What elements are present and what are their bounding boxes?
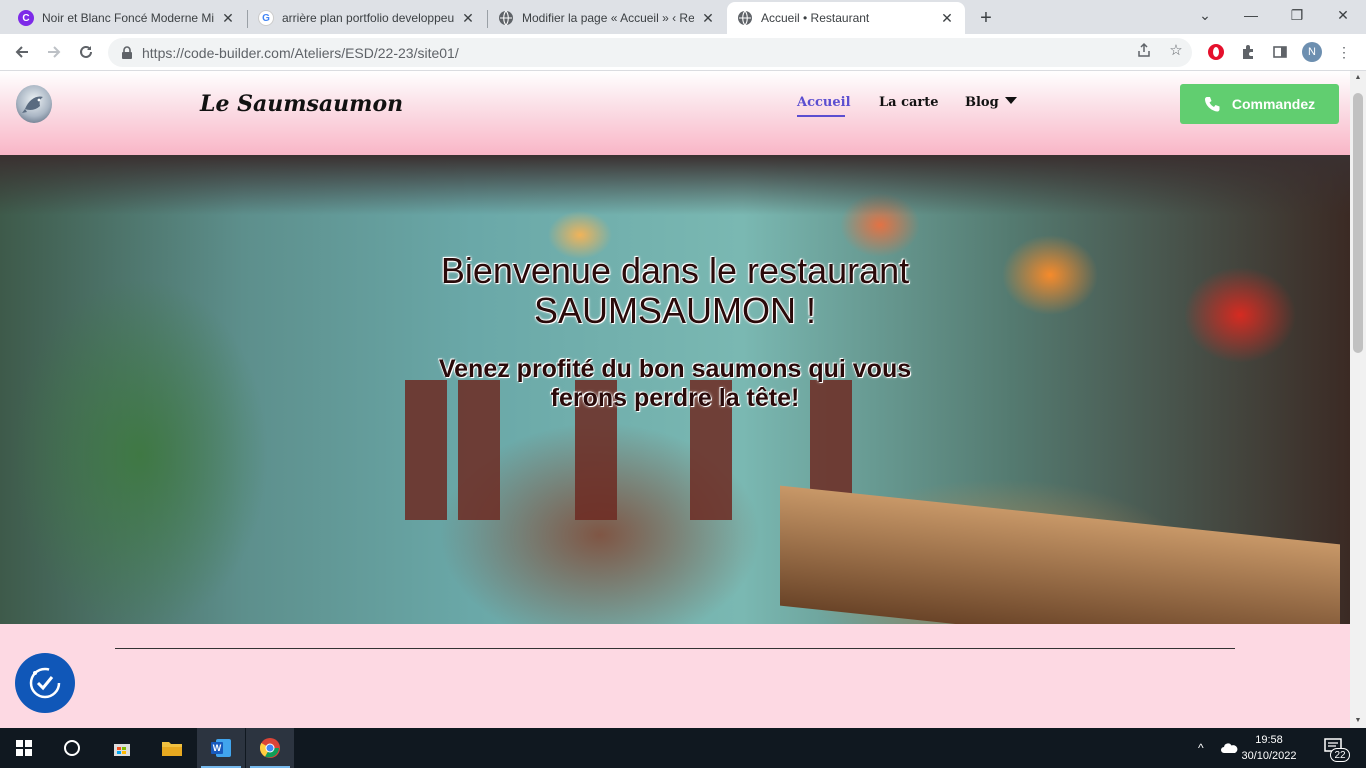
clock-date: 30/10/2022 <box>1241 750 1297 762</box>
clock-time: 19:58 <box>1255 734 1283 746</box>
close-icon[interactable]: ✕ <box>460 10 476 26</box>
address-bar[interactable]: https://code-builder.com/Ateliers/ESD/22… <box>108 38 1192 67</box>
accessibility-icon <box>29 667 61 699</box>
hero-heading: Bienvenue dans le restaurant SAUMSAUMON … <box>0 251 1350 331</box>
windows-taskbar: W ^ 19:58 30/10/2022 22 <box>0 728 1366 768</box>
canva-icon: C <box>18 10 34 26</box>
nav-accueil[interactable]: Accueil <box>797 95 851 110</box>
page-scrollbar[interactable]: ▲ ▼ <box>1350 71 1366 728</box>
tab-search-icon[interactable]: ⌄ <box>1182 0 1228 30</box>
taskbar-clock[interactable]: 19:58 30/10/2022 <box>1234 732 1304 764</box>
order-button[interactable]: Commandez <box>1180 84 1339 124</box>
scroll-down-icon[interactable]: ▼ <box>1354 716 1362 724</box>
site-header: Le Saumsaumon Accueil La carte Blog Comm… <box>0 71 1350 155</box>
tab-title: Modifier la page « Accueil » ‹ Res <box>522 11 694 25</box>
section-divider <box>115 648 1235 649</box>
caret-down-icon <box>1004 97 1017 104</box>
scrollbar-thumb[interactable] <box>1353 93 1363 353</box>
word-icon[interactable]: W <box>197 728 245 768</box>
google-icon: G <box>258 10 274 26</box>
hero-bar-counter <box>780 485 1340 624</box>
browser-tab-1[interactable]: C Noir et Blanc Foncé Moderne Mi ✕ <box>8 2 246 34</box>
url-text[interactable]: https://code-builder.com/Ateliers/ESD/22… <box>142 45 459 61</box>
side-panel-icon[interactable] <box>1270 42 1290 62</box>
extensions-puzzle-icon[interactable] <box>1238 42 1258 62</box>
nav-active-underline <box>797 115 845 117</box>
store-icon[interactable] <box>98 728 146 768</box>
hero-subheading-line-1: Venez profité du bon saumons qui vous <box>438 355 912 383</box>
globe-icon <box>737 10 753 26</box>
maximize-button[interactable]: ❐ <box>1274 0 1320 30</box>
share-icon[interactable] <box>1134 40 1154 60</box>
notification-count-badge: 22 <box>1330 748 1350 762</box>
svg-text:W: W <box>213 743 222 753</box>
close-icon[interactable]: ✕ <box>700 10 716 26</box>
hero-banner-image: Bienvenue dans le restaurant SAUMSAUMON … <box>0 155 1350 624</box>
browser-toolbar: https://code-builder.com/Ateliers/ESD/22… <box>0 34 1366 71</box>
hero-heading-line-2: SAUMSAUMON ! <box>533 290 817 331</box>
cortana-icon[interactable] <box>48 728 96 768</box>
salmon-logo-icon[interactable] <box>16 85 52 123</box>
menu-kebab-icon[interactable]: ⋮ <box>1334 42 1354 62</box>
hero-ceiling <box>0 155 1350 215</box>
chrome-icon[interactable] <box>246 728 294 768</box>
hero-heading-line-1: Bienvenue dans le restaurant <box>440 250 910 291</box>
tab-title: Noir et Blanc Foncé Moderne Mi <box>42 11 214 25</box>
browser-tab-3[interactable]: Modifier la page « Accueil » ‹ Res ✕ <box>488 2 726 34</box>
nav-blog[interactable]: Blog <box>965 95 1017 110</box>
site-title[interactable]: Le Saumsaumon <box>200 91 403 117</box>
hero-subheading: Venez profité du bon saumons qui vous fe… <box>0 355 1350 413</box>
tray-chevron-up-icon[interactable]: ^ <box>1198 728 1204 768</box>
back-button[interactable] <box>8 38 36 66</box>
forward-button[interactable] <box>40 38 68 66</box>
bookmark-star-icon[interactable]: ☆ <box>1166 40 1186 60</box>
globe-icon <box>498 10 514 26</box>
opera-extension-icon[interactable] <box>1206 42 1226 62</box>
tab-title: arrière plan portfolio developpeu <box>282 11 454 25</box>
browser-tab-strip: C Noir et Blanc Foncé Moderne Mi ✕ G arr… <box>0 0 1366 34</box>
hero-subheading-line-2: ferons perdre la tête! <box>550 384 800 412</box>
scroll-up-icon[interactable]: ▲ <box>1354 73 1362 81</box>
new-tab-button[interactable]: + <box>972 6 1000 30</box>
close-icon[interactable]: ✕ <box>220 10 236 26</box>
browser-tab-4[interactable]: Accueil • Restaurant ✕ <box>727 2 965 34</box>
order-button-label: Commandez <box>1231 96 1316 112</box>
nav-blog-label: Blog <box>965 95 999 110</box>
accessibility-button[interactable] <box>15 653 75 713</box>
minimize-button[interactable]: — <box>1228 0 1274 30</box>
close-icon[interactable]: ✕ <box>939 10 955 26</box>
browser-tab-2[interactable]: G arrière plan portfolio developpeu ✕ <box>248 2 486 34</box>
tab-title: Accueil • Restaurant <box>761 11 870 25</box>
phone-icon <box>1204 96 1220 112</box>
profile-avatar[interactable]: N <box>1302 42 1322 62</box>
reload-button[interactable] <box>72 38 100 66</box>
windows-start-icon[interactable] <box>0 728 48 768</box>
lock-icon[interactable] <box>120 45 134 60</box>
file-explorer-icon[interactable] <box>148 728 196 768</box>
window-close-button[interactable]: ✕ <box>1320 0 1366 30</box>
page-viewport: Le Saumsaumon Accueil La carte Blog Comm… <box>0 71 1350 728</box>
nav-la-carte[interactable]: La carte <box>879 95 939 110</box>
